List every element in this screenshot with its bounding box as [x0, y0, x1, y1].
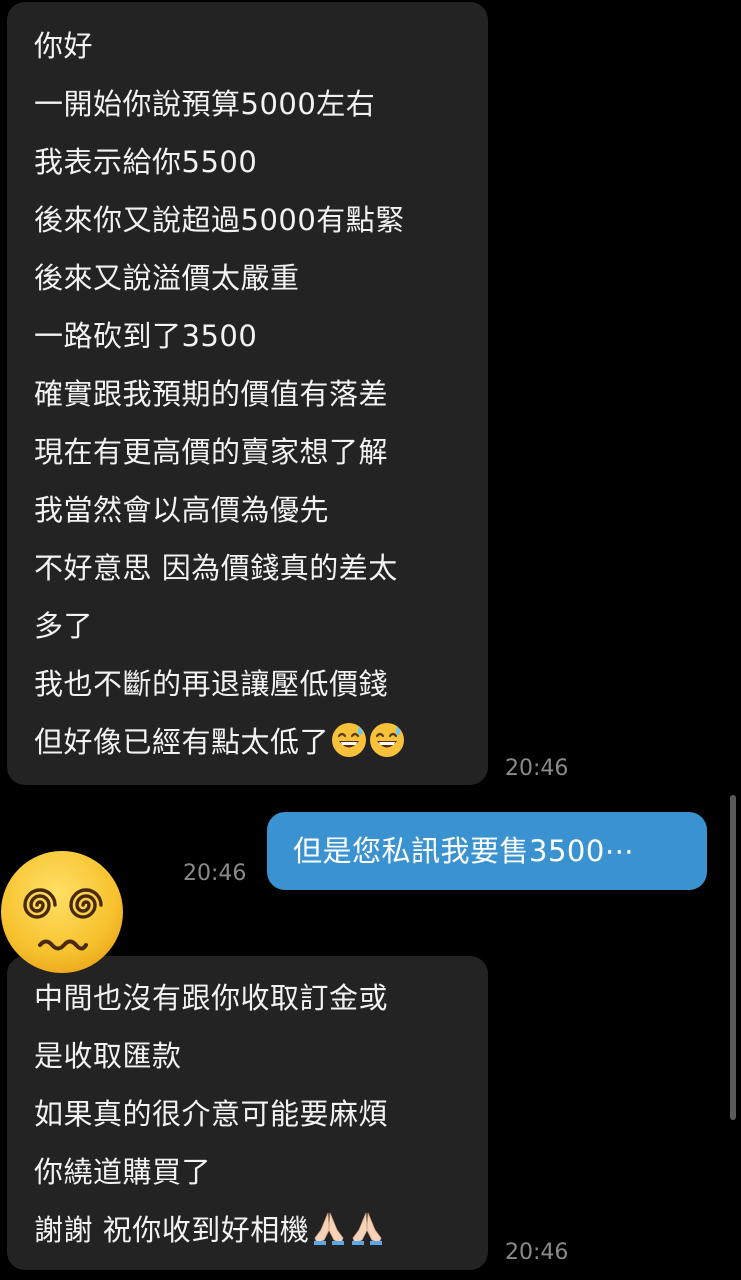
message-line: 後來又說溢價太嚴重	[34, 261, 300, 295]
message-line: 現在有更高價的賣家想了解	[34, 435, 389, 469]
message-timestamp: 20:46	[505, 756, 569, 781]
folded-hands-emoji-icon	[349, 1210, 385, 1246]
message-line: 你好	[34, 29, 94, 63]
message-line: 是收取匯款	[34, 1039, 182, 1073]
message-line: 你繞道購買了	[34, 1155, 212, 1189]
message-line: 確實跟我預期的價值有落差	[34, 377, 389, 411]
message-line: 多了	[34, 609, 94, 643]
message-timestamp: 20:46	[505, 1240, 569, 1265]
incoming-message-bubble[interactable]: 你好 一開始你說預算5000左右 我表示給你5500 後來你又說超過5000有點…	[7, 2, 488, 785]
outgoing-message-bubble[interactable]: 但是您私訊我要售3500⋯	[267, 812, 707, 890]
message-line-text: 謝謝 祝你收到好相機	[34, 1213, 310, 1247]
scrollbar-thumb[interactable]	[730, 795, 736, 1120]
message-line: 後來你又說超過5000有點緊	[34, 203, 405, 237]
message-line: 我也不斷的再退讓壓低價錢	[34, 667, 389, 701]
message-line-text: 但好像已經有點太低了	[34, 725, 330, 759]
message-line: 不好意思 因為價錢真的差太	[34, 551, 398, 585]
message-line-last: 但好像已經有點太低了	[34, 722, 405, 762]
message-line: 我表示給你5500	[34, 145, 258, 179]
grinning-sweat-emoji-icon	[369, 722, 405, 758]
dizzy-face-avatar-icon[interactable]	[0, 850, 124, 974]
message-line: 中間也沒有跟你收取訂金或	[34, 981, 389, 1015]
message-line: 如果真的很介意可能要麻煩	[34, 1097, 389, 1131]
chat-screen: 你好 一開始你說預算5000左右 我表示給你5500 後來你又說超過5000有點…	[0, 0, 741, 1280]
message-line-last: 謝謝 祝你收到好相機	[34, 1210, 385, 1250]
folded-hands-emoji-icon	[311, 1210, 347, 1246]
grinning-sweat-emoji-icon	[331, 722, 367, 758]
message-timestamp: 20:46	[183, 861, 247, 886]
message-line: 我當然會以高價為優先	[34, 493, 330, 527]
message-line: 但是您私訊我要售3500⋯	[293, 834, 635, 868]
incoming-message-bubble[interactable]: 中間也沒有跟你收取訂金或 是收取匯款 如果真的很介意可能要麻煩 你繞道購買了 謝…	[7, 956, 488, 1270]
message-line: 一開始你說預算5000左右	[34, 87, 376, 121]
message-line: 一路砍到了3500	[34, 319, 258, 353]
